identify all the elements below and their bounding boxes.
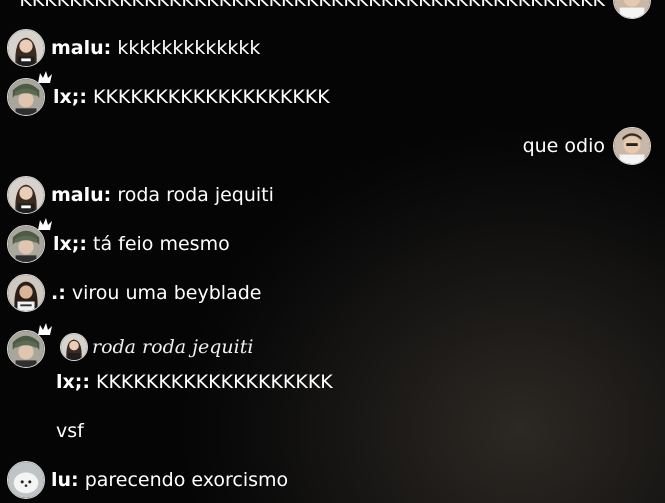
- message-text: lu: parecendo exorcismo: [51, 469, 289, 491]
- chat-message: KKKKKKKKKKKKKKKKKKKKKKKKKKKKKKKKKKKKKKKK…: [7, 0, 651, 21]
- username[interactable]: lu:: [51, 469, 79, 491]
- reply-avatar: [60, 333, 88, 361]
- username[interactable]: .:: [51, 282, 66, 304]
- crown-icon: [38, 71, 52, 83]
- chat-message: que odio: [7, 125, 651, 167]
- username[interactable]: lx;:: [53, 86, 87, 108]
- crown-icon: [38, 323, 52, 335]
- username[interactable]: malu:: [51, 37, 111, 59]
- message-text: que odio: [522, 135, 605, 157]
- username[interactable]: lx;:: [56, 371, 90, 393]
- avatar[interactable]: [613, 0, 651, 19]
- avatar[interactable]: [7, 29, 45, 67]
- message-text: vsf: [56, 420, 84, 442]
- chat-message: malu: kkkkkkkkkkkkk: [7, 27, 651, 69]
- message-text: .: virou uma beyblade: [51, 282, 262, 304]
- avatar[interactable]: [7, 274, 45, 312]
- username[interactable]: lx;:: [53, 233, 87, 255]
- avatar[interactable]: [7, 176, 45, 214]
- chat-message: lx;: tá feio mesmo: [7, 218, 651, 265]
- message-text: KKKKKKKKKKKKKKKKKKKKKKKKKKKKKKKKKKKKKKKK…: [19, 0, 605, 11]
- message-text: lx;: tá feio mesmo: [53, 233, 230, 255]
- chat-message: malu: roda roda jequiti: [7, 174, 651, 216]
- chat-message: lu: parecendo exorcismo: [7, 459, 651, 501]
- username[interactable]: malu:: [51, 184, 111, 206]
- chat-message: lx;: KKKKKKKKKKKKKKKKKKK: [7, 71, 651, 118]
- crown-icon: [38, 218, 52, 230]
- message-text: malu: roda roda jequiti: [51, 184, 274, 206]
- avatar[interactable]: [613, 127, 651, 165]
- message-text: malu: kkkkkkkkkkkkk: [51, 37, 261, 59]
- avatar[interactable]: [7, 461, 45, 499]
- reply-quote-text: roda roda jequiti: [92, 336, 254, 358]
- chat-message: .: virou uma beyblade: [7, 272, 651, 314]
- reply-quote[interactable]: roda roda jequiti: [60, 333, 253, 361]
- message-text: lx;: KKKKKKKKKKKKKKKKKKK: [53, 86, 330, 108]
- message-text: lx;: KKKKKKKKKKKKKKKKKKK: [56, 371, 333, 393]
